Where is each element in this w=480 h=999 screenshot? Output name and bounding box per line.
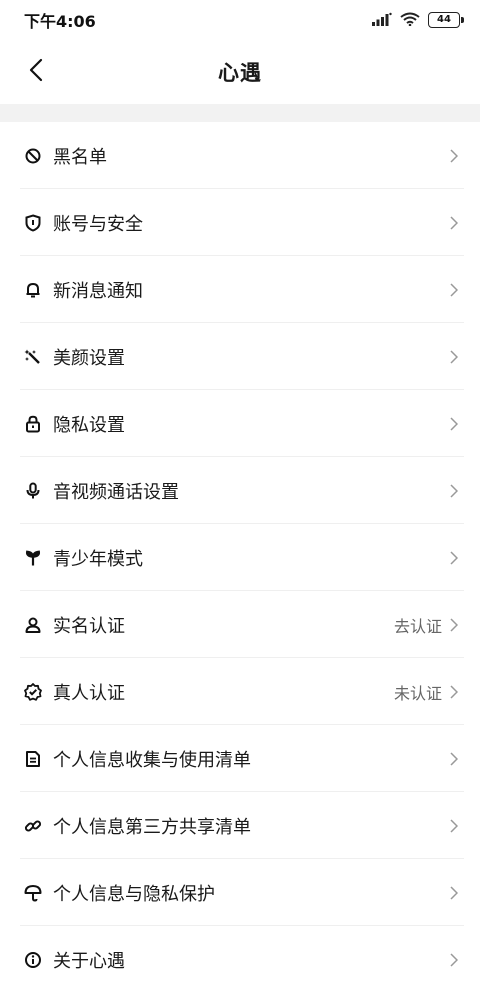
chevron-right-icon xyxy=(448,483,460,499)
settings-list: 黑名单 账号与安全 新消息通知 美颜设置 隐私设置 音视频通话设置 青少年模式 … xyxy=(0,122,480,993)
wifi-icon xyxy=(400,11,420,30)
document-icon xyxy=(24,750,42,768)
chevron-right-icon xyxy=(448,416,460,432)
settings-item-label: 音视频通话设置 xyxy=(53,481,179,503)
beauty-wand-icon xyxy=(24,348,42,366)
status-icons: 44 xyxy=(372,11,464,30)
settings-item-label: 美颜设置 xyxy=(53,347,125,369)
chevron-right-icon xyxy=(448,550,460,566)
settings-item-label: 个人信息收集与使用清单 xyxy=(53,749,251,771)
chevron-right-icon xyxy=(448,684,460,700)
status-bar: 下午4:06 44 xyxy=(0,0,480,40)
settings-item-label: 青少年模式 xyxy=(53,548,143,570)
settings-item-blacklist[interactable]: 黑名单 xyxy=(0,122,480,189)
chevron-right-icon xyxy=(448,617,460,633)
info-icon xyxy=(24,951,42,969)
person-icon xyxy=(24,616,42,634)
back-button[interactable] xyxy=(18,54,54,90)
settings-item-teen-mode[interactable]: 青少年模式 xyxy=(0,524,480,591)
status-time: 下午4:06 xyxy=(24,12,96,31)
bell-icon xyxy=(24,281,42,299)
umbrella-icon xyxy=(24,884,42,902)
settings-item-value: 未认证 xyxy=(393,683,442,703)
chevron-right-icon xyxy=(448,349,460,365)
settings-item-third-party-sharing[interactable]: 个人信息第三方共享清单 xyxy=(0,792,480,859)
settings-item-beauty[interactable]: 美颜设置 xyxy=(0,323,480,390)
settings-item-label: 隐私设置 xyxy=(53,414,125,436)
settings-item-value: 去认证 xyxy=(393,616,442,636)
settings-item-label: 个人信息与隐私保护 xyxy=(53,883,215,905)
header: 心遇 xyxy=(0,40,480,104)
section-divider xyxy=(0,104,480,122)
settings-item-label: 个人信息第三方共享清单 xyxy=(53,816,251,838)
settings-item-label: 新消息通知 xyxy=(53,280,143,302)
settings-item-real-person[interactable]: 真人认证 未认证 xyxy=(0,658,480,725)
chevron-right-icon xyxy=(448,952,460,968)
chevron-right-icon xyxy=(448,751,460,767)
settings-item-av-call[interactable]: 音视频通话设置 xyxy=(0,457,480,524)
chevron-right-icon xyxy=(448,885,460,901)
settings-item-label: 真人认证 xyxy=(53,682,125,704)
settings-item-notifications[interactable]: 新消息通知 xyxy=(0,256,480,323)
chevron-left-icon xyxy=(29,58,43,86)
settings-item-label: 实名认证 xyxy=(53,615,125,637)
settings-item-privacy-protection[interactable]: 个人信息与隐私保护 xyxy=(0,859,480,926)
settings-item-real-name[interactable]: 实名认证 去认证 xyxy=(0,591,480,658)
lock-icon xyxy=(24,415,42,433)
settings-item-label: 关于心遇 xyxy=(53,950,125,972)
battery-icon: 44 xyxy=(428,12,464,28)
settings-item-about[interactable]: 关于心遇 xyxy=(0,926,480,993)
chevron-right-icon xyxy=(448,148,460,164)
settings-item-privacy[interactable]: 隐私设置 xyxy=(0,390,480,457)
microphone-icon xyxy=(24,482,42,500)
verified-badge-icon xyxy=(24,682,42,701)
chevron-right-icon xyxy=(448,215,460,231)
signal-icon xyxy=(372,11,392,30)
chevron-right-icon xyxy=(448,818,460,834)
settings-item-label: 账号与安全 xyxy=(53,213,143,235)
page-title: 心遇 xyxy=(218,61,262,85)
settings-item-info-collection[interactable]: 个人信息收集与使用清单 xyxy=(0,725,480,792)
settings-item-label: 黑名单 xyxy=(53,146,107,168)
chevron-right-icon xyxy=(448,282,460,298)
sprout-icon xyxy=(24,549,42,567)
block-icon xyxy=(24,147,42,165)
shield-icon xyxy=(24,213,42,232)
link-icon xyxy=(24,817,42,835)
settings-item-account-security[interactable]: 账号与安全 xyxy=(0,189,480,256)
